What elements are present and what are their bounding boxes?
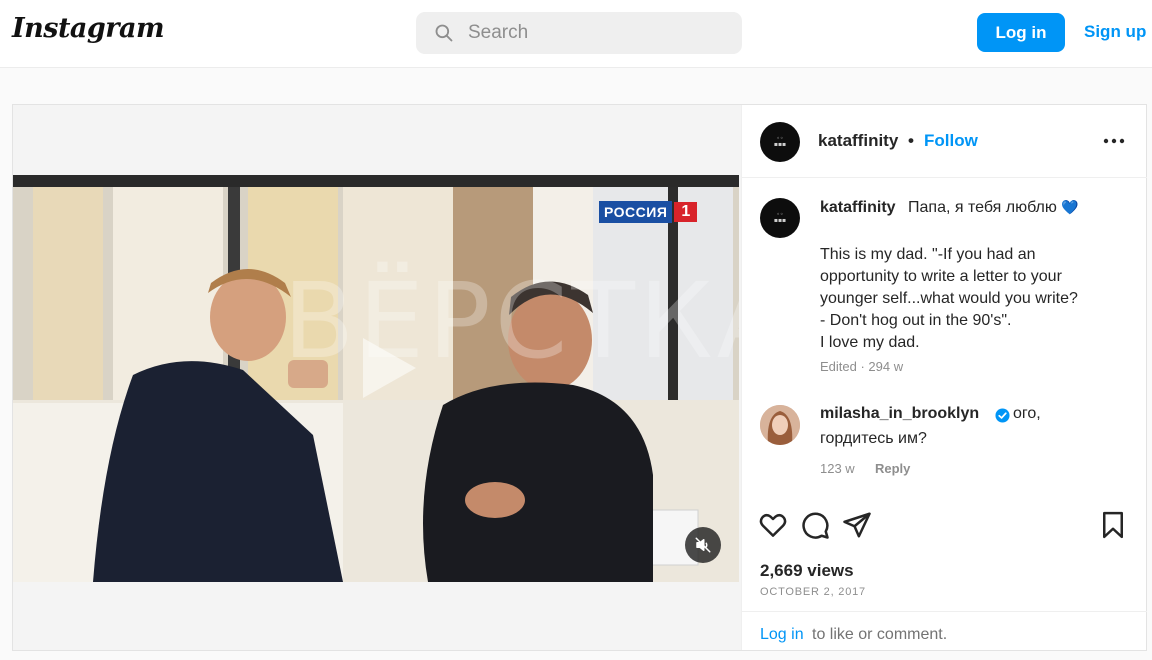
comment-age: 123 w [820,461,855,476]
separator-dot: • [908,131,914,150]
search-icon [435,24,453,42]
post-media: РОССИЯ 1 ВЁРСТКА [13,105,741,650]
instagram-logo[interactable]: Instagram [12,13,165,44]
avatar-image [760,405,800,445]
top-navigation-bar: Instagram Log in Sign up [0,0,1152,68]
caption-title-text: Папа, я тебя люблю [908,199,1057,216]
post-sidebar: ◦◦ ▪▪▪ kataffinity • Follow ◦◦ ▪▪▪ kataffi… [741,105,1147,650]
reply-button[interactable]: Reply [875,461,910,476]
more-icon[interactable] [1102,131,1126,151]
avatar-image: ◦◦ ▪▪▪ [773,211,787,224]
view-count: 2,669 views [760,561,854,580]
login-prompt: Log in to like or comment. [742,611,1147,650]
blue-heart-emoji: 💙 [1061,199,1079,215]
author-username[interactable]: kataffinity [818,131,898,151]
post-date: OCTOBER 2, 2017 [760,586,866,598]
caption-body: This is my dad. "-If you had an opportun… [820,246,1078,351]
search-input[interactable] [468,22,728,44]
search-box[interactable] [416,12,742,54]
channel-number: 1 [674,202,698,222]
heart-icon[interactable] [758,510,788,540]
comment-text-line2: гордитесь им? [820,430,927,447]
verified-badge-icon [995,408,1010,423]
author-avatar[interactable]: ◦◦ ▪▪▪ [760,122,800,162]
video-player[interactable]: РОССИЯ 1 ВЁРСТКА [13,175,739,582]
avatar-image: ◦◦ ▪▪▪ [773,135,787,148]
send-icon[interactable] [842,510,872,540]
commenter-avatar[interactable] [760,405,800,445]
follow-button[interactable]: Follow [924,131,978,151]
caption-meta: Edited · 294 w [820,359,904,374]
comment-icon[interactable] [800,510,830,540]
login-button[interactable]: Log in [977,13,1065,52]
comment-text-line1: ого, [1013,405,1041,422]
channel-logo: РОССИЯ 1 [599,200,698,224]
muted-speaker-icon [695,537,711,553]
caption-username[interactable]: kataffinity [820,199,896,217]
footer-prompt-text: to like or comment. [812,626,948,643]
channel-name: РОССИЯ [599,201,673,223]
footer-login-link[interactable]: Log in [760,626,804,644]
play-icon[interactable] [338,323,428,413]
post-card: РОССИЯ 1 ВЁРСТКА ◦◦▪▪▪ kataffinity [12,104,1147,651]
caption-avatar[interactable]: ◦◦ ▪▪▪ [760,198,800,238]
action-bar [742,510,1147,550]
caption-title: Папа, я тебя люблю 💙 [908,199,1079,217]
mute-toggle-button[interactable] [685,527,721,563]
commenter-username[interactable]: milasha_in_brooklyn [820,405,979,423]
post-header: ◦◦ ▪▪▪ kataffinity • Follow [742,105,1147,178]
bookmark-icon[interactable] [1098,510,1128,540]
signup-link[interactable]: Sign up [1084,22,1146,42]
